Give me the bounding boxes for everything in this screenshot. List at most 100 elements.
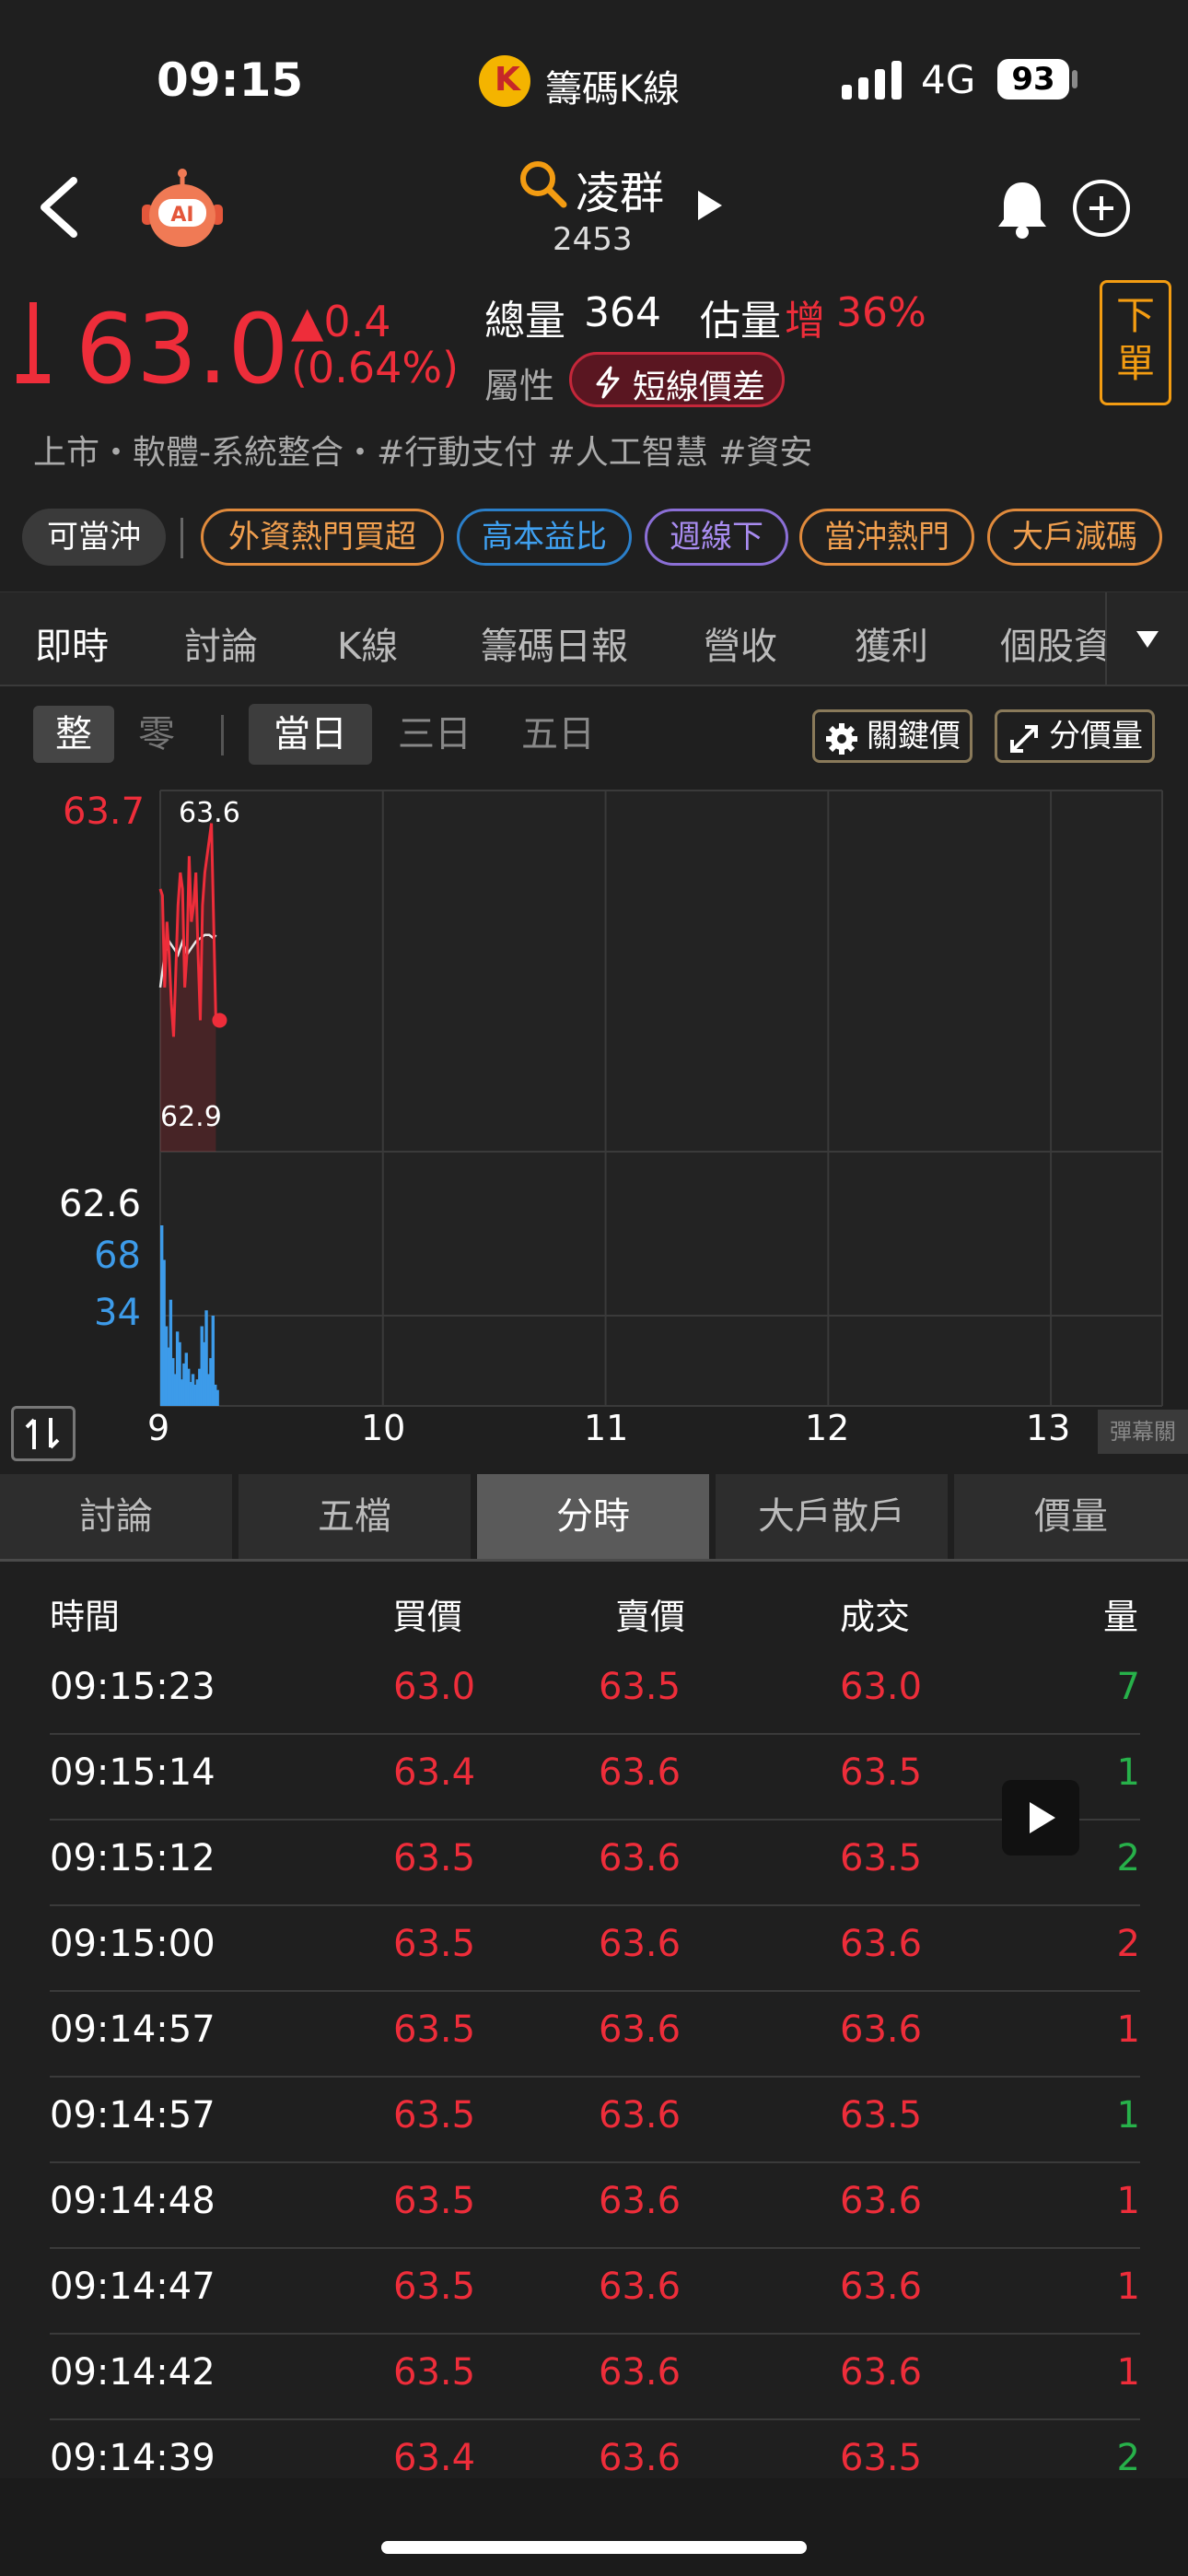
- cell-time: 09:14:48: [50, 2180, 215, 2222]
- status-time: 09:15: [157, 53, 304, 107]
- tab-revenue[interactable]: 營收: [704, 616, 777, 670]
- price-volume-button[interactable]: 分價量: [995, 709, 1155, 763]
- cell-ask: 63.6: [599, 2094, 681, 2137]
- home-indicator: [381, 2541, 807, 2554]
- cell-ask: 63.6: [599, 2008, 681, 2051]
- col-header-ask: 賣價: [615, 1597, 686, 1637]
- subtab-time-sales[interactable]: 分時: [477, 1474, 709, 1559]
- bottom-bar: [0, 2478, 1188, 2576]
- attribute-badge[interactable]: 短線價差: [569, 352, 785, 407]
- cell-ask: 63.5: [599, 1666, 681, 1708]
- table-row: 09:15:00 63.5 63.6 63.6 2: [50, 1904, 1140, 1992]
- gear-icon: [826, 723, 857, 755]
- cell-deal: 63.5: [840, 2437, 923, 2479]
- min-price-annotation: 62.9: [160, 1101, 222, 1133]
- cell-ask: 63.6: [599, 2437, 681, 2479]
- cell-time: 09:14:57: [50, 2094, 215, 2137]
- chevron-left-icon: [41, 177, 77, 238]
- chip-foreign-buy[interactable]: 外資熱門買超: [201, 509, 444, 566]
- range-3-days[interactable]: 三日: [398, 704, 472, 765]
- cell-bid: 63.5: [393, 2094, 476, 2137]
- ai-robot-icon[interactable]: AI: [138, 168, 227, 251]
- tab-kline[interactable]: K線: [337, 616, 398, 670]
- range-today[interactable]: 當日: [249, 704, 372, 765]
- battery-tip: [1072, 70, 1077, 88]
- table-row: 09:14:57 63.5 63.6 63.6 1: [50, 1990, 1140, 2078]
- key-price-button[interactable]: 關鍵價: [812, 709, 973, 763]
- cell-deal: 63.6: [840, 2008, 923, 2051]
- chart-background: [160, 790, 1162, 1406]
- cell-ask: 63.6: [599, 1923, 681, 1965]
- bell-icon[interactable]: [995, 179, 1050, 240]
- tab-realtime[interactable]: 即時: [35, 616, 109, 670]
- table-row: 09:15:14 63.4 63.6 63.5 1: [50, 1733, 1140, 1821]
- cell-time: 09:15:14: [50, 1751, 215, 1794]
- battery-icon: 93: [997, 59, 1069, 100]
- cell-bid: 63.4: [393, 2437, 476, 2479]
- cell-bid: 63.5: [393, 2180, 476, 2222]
- network-type: 4G: [921, 57, 976, 102]
- price-volume-label: 分價量: [1049, 718, 1143, 755]
- main-tabs: 即時 討論 K線 籌碼日報 營收 獲利 個股資: [0, 591, 1188, 686]
- price-change: ▲0.4: [291, 297, 391, 346]
- x-tick-12: 12: [805, 1408, 850, 1448]
- cell-bid: 63.5: [393, 2351, 476, 2394]
- range-5-days[interactable]: 五日: [521, 704, 595, 765]
- cell-vol: 7: [1116, 1666, 1140, 1708]
- chip-day-trade[interactable]: 可當沖: [22, 509, 166, 566]
- subtab-discussion[interactable]: 討論: [0, 1474, 232, 1559]
- play-float-button[interactable]: [1002, 1780, 1079, 1856]
- back-button[interactable]: [33, 175, 88, 240]
- next-stock-icon[interactable]: [698, 191, 722, 220]
- add-watchlist-icon[interactable]: [1073, 180, 1130, 237]
- cell-time: 09:14:47: [50, 2266, 215, 2308]
- cell-time: 09:14:42: [50, 2351, 215, 2394]
- chart-grid: [159, 790, 1163, 1407]
- order-button[interactable]: 下單: [1100, 280, 1171, 405]
- table-row: 09:15:23 63.0 63.5 63.0 7: [50, 1647, 1140, 1735]
- chip-big-holder-reduce[interactable]: 大戶減碼: [987, 509, 1162, 566]
- swap-icon[interactable]: [11, 1406, 76, 1461]
- cell-ask: 63.6: [599, 2180, 681, 2222]
- est-volume-direction: 增: [785, 298, 825, 345]
- stock-name[interactable]: 凌群: [576, 157, 664, 221]
- search-icon[interactable]: [518, 158, 569, 210]
- tab-stock-info[interactable]: 個股資: [1000, 616, 1111, 670]
- volume-label-high: 68: [94, 1235, 141, 1277]
- cell-time: 09:15:12: [50, 1837, 215, 1879]
- cell-time: 09:14:57: [50, 2008, 215, 2051]
- chip-high-pe[interactable]: 高本益比: [457, 509, 632, 566]
- cell-deal: 63.6: [840, 2351, 923, 2394]
- cell-bid: 63.5: [393, 2266, 476, 2308]
- industry-tags: 上市・軟體-系統整合・#行動支付 #人工智慧 #資安: [33, 434, 813, 472]
- lot-odd-toggle[interactable]: 零: [138, 706, 175, 763]
- danmaku-toggle[interactable]: 彈幕關: [1098, 1410, 1188, 1454]
- cell-ask: 63.6: [599, 1751, 681, 1794]
- chip-day-trade-hot[interactable]: 當沖熱門: [799, 509, 974, 566]
- cell-deal: 63.5: [840, 1751, 923, 1794]
- table-row: 09:14:42 63.5 63.6 63.6 1: [50, 2333, 1140, 2420]
- tab-discussion[interactable]: 討論: [184, 616, 258, 670]
- tab-profit[interactable]: 獲利: [855, 616, 928, 670]
- tab-chip-daily[interactable]: 籌碼日報: [481, 616, 628, 670]
- subtab-five-levels[interactable]: 五檔: [239, 1474, 471, 1559]
- signal-icon: [842, 59, 903, 100]
- key-price-label: 關鍵價: [867, 718, 961, 755]
- est-volume-value: 36%: [836, 289, 926, 336]
- intraday-chart[interactable]: 63.7 63.6 62.9 62.6 68 34: [0, 783, 1188, 1410]
- cell-bid: 63.4: [393, 1751, 476, 1794]
- cell-deal: 63.6: [840, 1923, 923, 1965]
- volume-label-mid: 34: [94, 1292, 141, 1334]
- cell-time: 09:14:39: [50, 2437, 215, 2479]
- cell-vol: 1: [1116, 2008, 1140, 2051]
- col-header-vol: 量: [1103, 1597, 1139, 1637]
- tab-more-dropdown-icon[interactable]: [1105, 592, 1188, 685]
- est-volume-label: 估量: [700, 298, 781, 345]
- subtab-price-volume[interactable]: 價量: [954, 1474, 1188, 1559]
- subtab-big-small-holders[interactable]: 大戶散戶: [716, 1474, 948, 1559]
- control-divider: [221, 715, 224, 755]
- chip-weekly-down[interactable]: 週線下: [645, 509, 788, 566]
- cell-deal: 63.0: [840, 1666, 923, 1708]
- table-row: 09:14:47 63.5 63.6 63.6 1: [50, 2247, 1140, 2335]
- lot-whole-toggle[interactable]: 整: [33, 706, 114, 763]
